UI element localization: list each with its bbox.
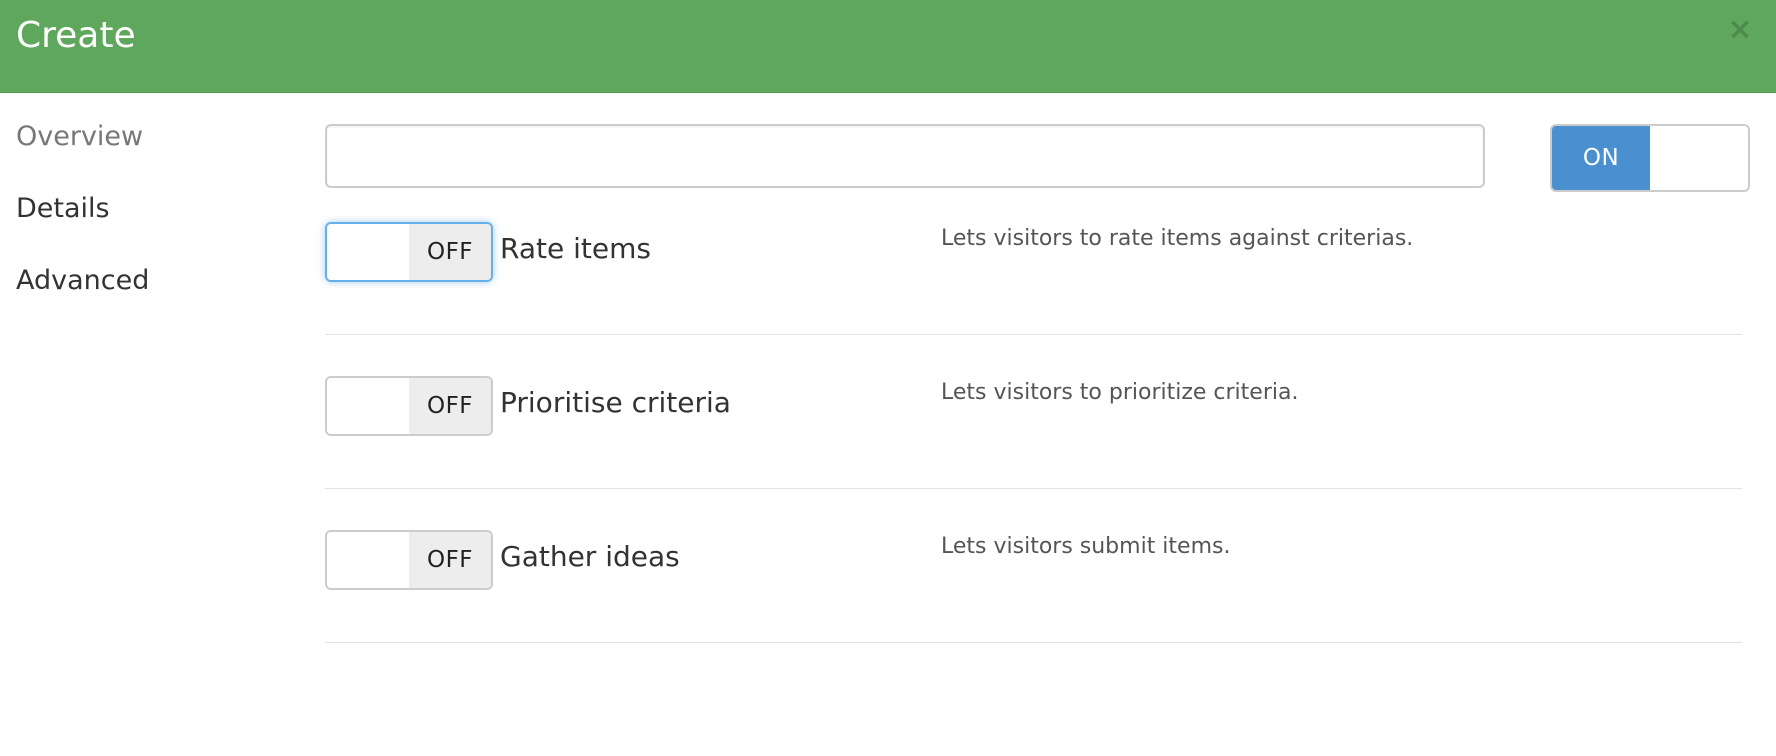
close-button[interactable]: × (1726, 14, 1754, 46)
close-icon: × (1727, 12, 1753, 47)
switch-off-label: OFF (409, 378, 491, 434)
rate-items-description: Lets visitors to rate items against crit… (941, 226, 1414, 251)
switch-on-label: ON (1552, 126, 1650, 190)
create-modal: Create × Overview Details Advanced ON OF… (0, 0, 1776, 756)
switch-handle (1650, 126, 1748, 190)
sidebar-item-overview[interactable]: Overview (16, 120, 143, 154)
gather-ideas-toggle[interactable]: OFF (325, 530, 493, 590)
gather-ideas-description: Lets visitors submit items. (941, 534, 1231, 559)
top-toggle-switch[interactable]: ON (1550, 124, 1750, 192)
gather-ideas-label: Gather ideas (500, 540, 680, 573)
rate-items-toggle[interactable]: OFF (325, 222, 493, 282)
switch-off-label: OFF (409, 532, 491, 588)
title-input[interactable] (325, 124, 1485, 188)
switch-handle (327, 224, 409, 280)
option-divider (325, 642, 1742, 643)
switch-handle (327, 378, 409, 434)
modal-title: Create (16, 15, 136, 56)
option-divider (325, 334, 1742, 335)
sidebar-item-advanced[interactable]: Advanced (16, 264, 149, 298)
rate-items-label: Rate items (500, 232, 651, 265)
modal-header: Create × (0, 0, 1776, 93)
prioritise-criteria-description: Lets visitors to prioritize criteria. (941, 380, 1299, 405)
option-divider (325, 488, 1742, 489)
switch-off-label: OFF (409, 224, 491, 280)
switch-handle (327, 532, 409, 588)
prioritise-criteria-toggle[interactable]: OFF (325, 376, 493, 436)
prioritise-criteria-label: Prioritise criteria (500, 386, 731, 419)
sidebar-item-details[interactable]: Details (16, 192, 110, 226)
